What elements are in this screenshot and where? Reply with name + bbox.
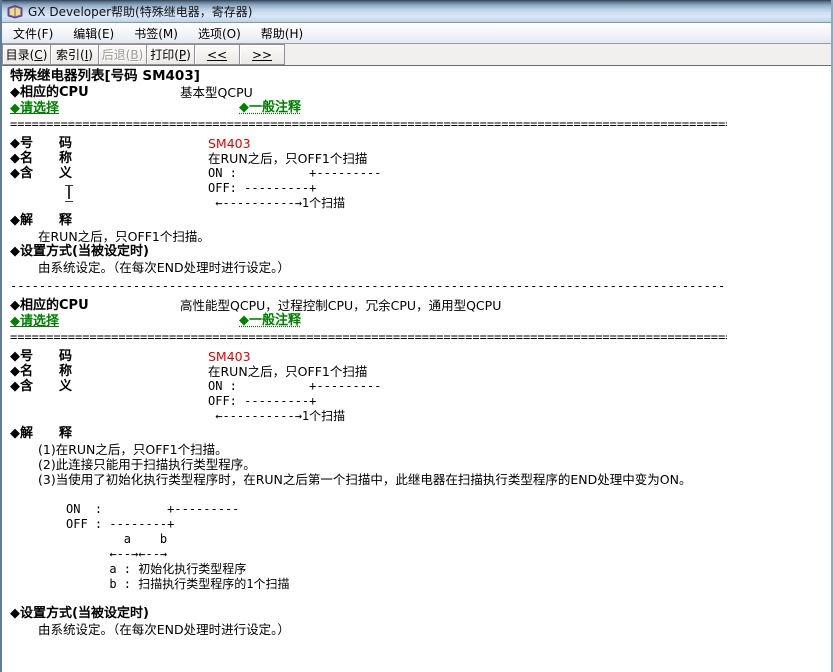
timing-diagram-3: ON : +--------- OFF : --------+ a b ←--→… (66, 502, 831, 592)
setting-heading-2: ◆设置方式(当被设定时) (10, 606, 831, 622)
setting-heading-1: ◆设置方式(当被设定时) (10, 244, 831, 260)
number-row-1: ◆号 码 SM403 (10, 136, 831, 151)
explain-item-1: (1)在RUN之后，只OFF1个扫描。 (10, 442, 831, 457)
diagram-arrows-line: ←--→←--→ (66, 547, 831, 562)
relay-number: SM403 (208, 136, 251, 151)
links-row-2: ◆请选择 ◆一般注释 (10, 313, 831, 329)
menu-help[interactable]: 帮助(H) (251, 23, 313, 44)
toolbar-back-button: 后退(B) (98, 44, 147, 65)
relay-name: 在RUN之后，只OFF1个扫描 (208, 364, 367, 379)
diagram-off-line: OFF: ---------+ (208, 181, 381, 196)
cpu-row-2: ◆相应的CPU 高性能型QCPU，过程控制CPU，冗余CPU，通用型QCPU (10, 298, 831, 313)
diagram-on-line: ON : +--------- (208, 166, 381, 181)
explain-heading-1: ◆解 释 (10, 213, 831, 229)
window-title: GX Developer帮助(特殊继电器，寄存器) (28, 3, 252, 20)
menu-file[interactable]: 文件(F) (3, 23, 63, 44)
cpu-value: 基本型QCPU (180, 85, 253, 100)
separator-double: ========================================… (10, 331, 727, 344)
cpu-row-1: ◆相应的CPU 基本型QCPU (10, 85, 831, 100)
links-row-1: ◆请选择 ◆一般注释 (10, 100, 831, 116)
diagram-arrow-line: ←----------→1个扫描 (208, 196, 381, 211)
meaning-label: ◆含 义 (10, 379, 208, 424)
toolbar-index-button[interactable]: 索引(I) (50, 44, 99, 65)
setting-text-2: 由系统设定。（在每次END处理时进行设定。） (10, 622, 831, 637)
diagram-off-line: OFF : --------+ (66, 517, 831, 532)
separator-dashed: ----------------------------------------… (10, 280, 727, 293)
toolbar: 目录(C) 索引(I) 后退(B) 打印(P) << >> (2, 44, 831, 66)
general-note-link[interactable]: ◆一般注释 (239, 313, 301, 329)
toolbar-print-button[interactable]: 打印(P) (146, 44, 195, 65)
number-label: ◆号 码 (10, 349, 208, 364)
cpu-label: ◆相应的CPU (10, 298, 180, 313)
name-label: ◆名 称 (10, 151, 208, 166)
menubar: 文件(F) 编辑(E) 书签(M) 选项(O) 帮助(H) (2, 23, 831, 44)
toolbar-prev-button[interactable]: << (194, 44, 240, 65)
diagram-off-line: OFF: ---------+ (208, 394, 381, 409)
diagram-ab-labels: a b (66, 532, 831, 547)
meaning-row-1: ◆含 义 ON : +--------- OFF: ---------+ ←--… (10, 166, 831, 211)
menu-options[interactable]: 选项(O) (188, 23, 251, 44)
toolbar-contents-button[interactable]: 目录(C) (2, 44, 51, 65)
select-link[interactable]: ◆请选择 (10, 101, 59, 116)
relay-name: 在RUN之后，只OFF1个扫描 (208, 151, 367, 166)
diagram-legend-a: a : 初始化执行类型程序 (66, 562, 831, 577)
cpu-value: 高性能型QCPU，过程控制CPU，冗余CPU，通用型QCPU (180, 298, 501, 313)
timing-diagram-1: ON : +--------- OFF: ---------+ ←-------… (208, 166, 381, 211)
toolbar-next-button[interactable]: >> (239, 44, 285, 65)
diagram-legend-b: b : 扫描执行类型程序的1个扫描 (66, 577, 831, 592)
help-window: GX Developer帮助(特殊继电器，寄存器) 文件(F) 编辑(E) 书签… (0, 0, 833, 672)
explain-heading-2: ◆解 释 (10, 426, 831, 442)
name-row-1: ◆名 称 在RUN之后，只OFF1个扫描 (10, 151, 831, 166)
setting-text-1: 由系统设定。（在每次END处理时进行设定。） (10, 260, 831, 275)
help-content: 特殊继电器列表[号码 SM403] ◆相应的CPU 基本型QCPU ◆请选择 ◆… (2, 66, 831, 637)
meaning-row-2: ◆含 义 ON : +--------- OFF: ---------+ ←--… (10, 379, 831, 424)
select-link[interactable]: ◆请选择 (10, 314, 59, 329)
diagram-arrow-line: ←----------→1个扫描 (208, 409, 381, 424)
menu-bookmark[interactable]: 书签(M) (124, 23, 188, 44)
number-row-2: ◆号 码 SM403 (10, 349, 831, 364)
page-title: 特殊继电器列表[号码 SM403] (10, 68, 831, 85)
menu-edit[interactable]: 编辑(E) (63, 23, 124, 44)
diagram-on-line: ON : +--------- (208, 379, 381, 394)
titlebar[interactable]: GX Developer帮助(特殊继电器，寄存器) (2, 0, 831, 23)
help-book-icon[interactable] (7, 4, 23, 19)
relay-number: SM403 (208, 349, 251, 364)
explain-text-1: 在RUN之后，只OFF1个扫描。 (10, 229, 831, 244)
explain-item-2: (2)此连接只能用于扫描执行类型程序。 (10, 457, 831, 472)
general-note-link[interactable]: ◆一般注释 (239, 100, 301, 116)
meaning-label: ◆含 义 (10, 166, 208, 211)
separator-double: ========================================… (10, 118, 727, 131)
cpu-label: ◆相应的CPU (10, 85, 180, 100)
diagram-on-line: ON : +--------- (66, 502, 831, 517)
number-label: ◆号 码 (10, 136, 208, 151)
name-row-2: ◆名 称 在RUN之后，只OFF1个扫描 (10, 364, 831, 379)
name-label: ◆名 称 (10, 364, 208, 379)
explain-item-3: (3)当使用了初始化执行类型程序时，在RUN之后第一个扫描中，此继电器在扫描执行… (10, 472, 831, 487)
timing-diagram-2: ON : +--------- OFF: ---------+ ←-------… (208, 379, 381, 424)
